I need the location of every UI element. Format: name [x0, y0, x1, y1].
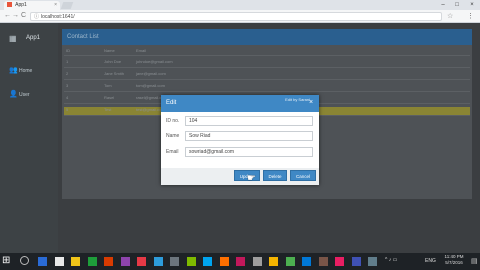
url-text: localhost:1641/: [41, 14, 75, 20]
table-row[interactable]: [64, 91, 470, 92]
system-tray-icons[interactable]: ^ ♪ ▭: [385, 257, 397, 263]
users-icon: 👥: [9, 67, 18, 74]
taskbar-app-icon[interactable]: [236, 257, 245, 266]
table-cell-id: 3: [66, 83, 69, 88]
taskbar-app-icon[interactable]: [104, 257, 113, 266]
email-input[interactable]: sowriad@gmail.com: [185, 147, 313, 157]
taskbar-app-icon[interactable]: [186, 257, 196, 266]
window-minimize-button[interactable]: –: [436, 0, 450, 10]
id-input[interactable]: 104: [185, 116, 313, 126]
info-icon: ⓘ: [34, 14, 40, 20]
taskbar-app-icon[interactable]: [170, 257, 179, 266]
column-header-id: ID: [66, 48, 70, 53]
browser-tab[interactable]: App1 ×: [4, 1, 60, 10]
taskbar-app-icon[interactable]: [252, 257, 262, 266]
notification-icon[interactable]: ▤: [471, 257, 478, 265]
dashboard-icon: ▦: [9, 34, 17, 43]
table-cell-id: 2: [66, 71, 69, 76]
back-icon[interactable]: ←: [4, 12, 11, 20]
bookmark-star-icon[interactable]: ☆: [447, 12, 453, 20]
table-row[interactable]: [64, 67, 470, 68]
taskbar-app-icon[interactable]: [219, 257, 229, 266]
taskbar-app-icon[interactable]: [38, 257, 47, 266]
language-indicator[interactable]: ENG: [425, 258, 436, 264]
table-cell-id: 5: [66, 107, 69, 112]
taskbar-app-icon[interactable]: [335, 257, 344, 266]
url-input[interactable]: ⓘ localhost:1641/: [30, 12, 442, 21]
sidebar-item-home[interactable]: 👥 Home: [0, 64, 58, 78]
column-header-name: Name: [104, 48, 115, 53]
table-row[interactable]: [64, 79, 470, 80]
taskbar-app-icon[interactable]: [120, 257, 130, 266]
header-divider: [64, 55, 470, 56]
table-cell-email: jane@gmail.com: [136, 71, 166, 76]
sidebar-item-user[interactable]: 👤 User: [0, 88, 58, 102]
cancel-button[interactable]: Cancel: [290, 170, 316, 181]
id-label: ID no.: [166, 118, 180, 124]
taskbar-app-icon[interactable]: [351, 257, 361, 266]
name-input[interactable]: Sow Riad: [185, 131, 313, 141]
taskbar-app-icon[interactable]: [71, 257, 80, 266]
taskbar-app-icon[interactable]: [153, 257, 163, 266]
table-cell-name: John Doe: [104, 59, 122, 64]
column-header-email: Email: [136, 48, 147, 53]
table-cell-email: tom@gmail.com: [136, 83, 165, 88]
name-label: Name: [166, 133, 180, 139]
modal-title: Edit: [166, 100, 177, 106]
table-cell-name: Jane Smith: [104, 71, 125, 76]
email-label: Email: [166, 149, 179, 155]
sidebar-item-label: User: [19, 92, 30, 98]
table-cell-email: johndoe@gmail.com: [136, 59, 173, 64]
reload-icon[interactable]: C: [21, 12, 26, 20]
clock-date: 5/7/2016: [445, 260, 463, 265]
modal-tag: Edit by Sarani: [285, 97, 310, 102]
forward-icon[interactable]: →: [12, 12, 19, 20]
start-button[interactable]: ⊞: [2, 255, 10, 266]
browser-menu-icon[interactable]: ⋮: [467, 12, 474, 20]
taskbar-app-icon[interactable]: [87, 257, 97, 266]
sidebar: [0, 23, 58, 253]
table-cell-name: Tom: [104, 83, 112, 88]
brand-name: App1: [26, 35, 41, 41]
sidebar-item-label: Home: [19, 68, 33, 74]
tab-title: App1: [15, 2, 27, 8]
panel-title: Contact List: [62, 29, 472, 45]
window-maximize-button[interactable]: □: [450, 0, 464, 10]
delete-button[interactable]: Delete: [263, 170, 287, 181]
brand[interactable]: ▦ App1: [0, 30, 58, 48]
taskbar-app-icon[interactable]: [137, 257, 146, 266]
taskbar-app-icon[interactable]: [54, 257, 64, 266]
hand-cursor-icon: ☛: [247, 173, 256, 184]
cortana-search-icon[interactable]: [20, 256, 29, 265]
window-close-button[interactable]: ×: [465, 0, 479, 10]
clock[interactable]: 11:40 PM 5/7/2016: [436, 254, 472, 266]
taskbar-app-icon[interactable]: [318, 257, 328, 266]
taskbar-app-icon[interactable]: [302, 257, 311, 266]
table-cell-name: Test: [104, 107, 112, 112]
table-cell-name: Rasel: [104, 95, 115, 100]
table-cell-id: 4: [66, 95, 69, 100]
taskbar-app-icon[interactable]: [285, 257, 295, 266]
favicon-icon: [7, 2, 12, 8]
user-icon: 👤: [9, 91, 18, 98]
tab-close-icon[interactable]: ×: [54, 1, 57, 10]
taskbar-app-icon[interactable]: [203, 257, 212, 266]
taskbar-app-icon[interactable]: [269, 257, 278, 266]
modal-close-icon[interactable]: ×: [309, 99, 313, 107]
taskbar-app-icon[interactable]: [368, 257, 377, 266]
table-cell-id: 1: [66, 59, 69, 64]
